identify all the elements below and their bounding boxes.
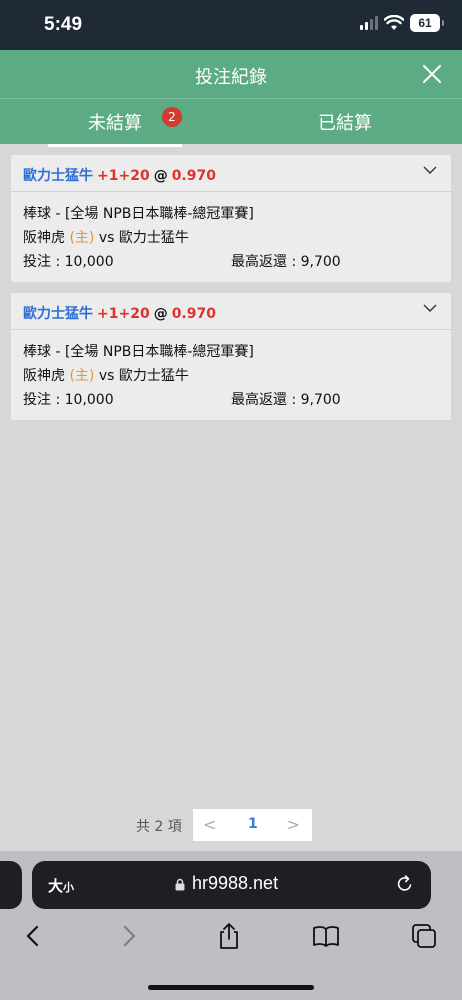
- reload-icon[interactable]: [395, 874, 415, 894]
- prev-page-button[interactable]: <: [203, 815, 216, 834]
- page-number-button[interactable]: 1: [248, 816, 258, 832]
- home-team: 阪神虎: [23, 230, 65, 246]
- bet-card-body: 棒球 - [全場 NPB日本職棒-總冠軍賽] 阪神虎 (主) vs 歐力士猛牛 …: [11, 192, 451, 282]
- pagination-total: 共 2 項: [136, 819, 182, 835]
- forward-icon[interactable]: [114, 921, 144, 951]
- pagination: 共 2 項 < 1 >: [0, 809, 462, 841]
- bet-at: @: [153, 168, 168, 184]
- vs-label: vs: [98, 230, 115, 246]
- pending-count-badge: 2: [162, 107, 182, 127]
- bet-league: 棒球 - [全場 NPB日本職棒-總冠軍賽]: [23, 206, 254, 222]
- url-text: hr9988.net: [192, 873, 279, 893]
- tab-settled[interactable]: 已結算: [318, 109, 372, 135]
- back-icon[interactable]: [18, 921, 48, 951]
- bet-handicap: +1+20: [97, 168, 150, 184]
- browser-toolbar: [0, 921, 462, 955]
- bet-card[interactable]: 歐力士猛牛 +1+20 @0.970 棒球 - [全場 NPB日本職棒-總冠軍賽] …: [11, 155, 451, 282]
- chevron-down-icon[interactable]: [423, 165, 437, 175]
- browser-bar: 大小 hr9988.net: [0, 851, 462, 1000]
- bet-card-header[interactable]: 歐力士猛牛 +1+20 @0.970: [11, 155, 451, 192]
- lock-icon: [175, 878, 185, 891]
- status-time: 5:49: [44, 14, 83, 35]
- bet-card-body: 棒球 - [全場 NPB日本職棒-總冠軍賽] 阪神虎 (主) vs 歐力士猛牛 …: [11, 330, 451, 420]
- bet-team: 歐力士猛牛: [23, 306, 93, 322]
- close-icon[interactable]: [420, 62, 444, 86]
- bet-card-header[interactable]: 歐力士猛牛 +1+20 @0.970: [11, 293, 451, 330]
- previous-tab-edge[interactable]: [0, 861, 22, 909]
- bet-matchup: 阪神虎 (主) vs 歐力士猛牛: [23, 364, 439, 388]
- page-header: 投注紀錄: [0, 50, 462, 98]
- text-size-big: 大: [48, 877, 64, 895]
- status-icons: 61: [360, 14, 444, 32]
- address-bar[interactable]: 大小 hr9988.net: [32, 861, 431, 909]
- away-team: 歐力士猛牛: [118, 368, 189, 384]
- home-tag: (主): [69, 368, 95, 384]
- chevron-down-icon[interactable]: [423, 303, 437, 313]
- bet-stake: 投注 : 10,000: [23, 392, 114, 408]
- bet-card[interactable]: 歐力士猛牛 +1+20 @0.970 棒球 - [全場 NPB日本職棒-總冠軍賽] …: [11, 293, 451, 420]
- tabs-icon[interactable]: [409, 921, 439, 951]
- signal-icon: [360, 16, 378, 30]
- bet-max-return: 最高返還 : 9,700: [231, 254, 341, 270]
- home-indicator: [148, 985, 314, 990]
- away-team: 歐力士猛牛: [118, 230, 189, 246]
- tab-settled-label: 已結算: [318, 113, 372, 134]
- bet-amount-row: 投注 : 10,000 最高返還 : 9,700: [23, 250, 439, 274]
- bet-stake: 投注 : 10,000: [23, 254, 114, 270]
- home-team: 阪神虎: [23, 368, 65, 384]
- text-size-button[interactable]: 大小: [48, 875, 74, 896]
- bet-team: 歐力士猛牛: [23, 168, 93, 184]
- tab-active-underline: [48, 144, 182, 147]
- home-tag: (主): [69, 230, 95, 246]
- bet-league: 棒球 - [全場 NPB日本職棒-總冠軍賽]: [23, 344, 254, 360]
- bet-max-return: 最高返還 : 9,700: [231, 392, 341, 408]
- wifi-icon: [384, 15, 404, 30]
- text-size-small: 小: [63, 881, 75, 894]
- pagination-controls: < 1 >: [193, 809, 312, 841]
- vs-label: vs: [98, 368, 115, 384]
- tab-pending-label: 未結算: [88, 113, 142, 134]
- bookmarks-icon[interactable]: [311, 921, 341, 951]
- battery-icon: 61: [410, 14, 444, 32]
- next-page-button[interactable]: >: [287, 815, 300, 834]
- bet-matchup: 阪神虎 (主) vs 歐力士猛牛: [23, 226, 439, 250]
- bet-odds: 0.970: [171, 168, 216, 184]
- share-icon[interactable]: [214, 921, 244, 951]
- bet-odds: 0.970: [171, 306, 216, 322]
- bet-at: @: [153, 306, 168, 322]
- tab-bar: 未結算 2 已結算: [0, 98, 462, 147]
- page-title: 投注紀錄: [195, 67, 267, 88]
- status-bar: 5:49 61: [0, 0, 462, 50]
- bet-amount-row: 投注 : 10,000 最高返還 : 9,700: [23, 388, 439, 412]
- bet-handicap: +1+20: [97, 306, 150, 322]
